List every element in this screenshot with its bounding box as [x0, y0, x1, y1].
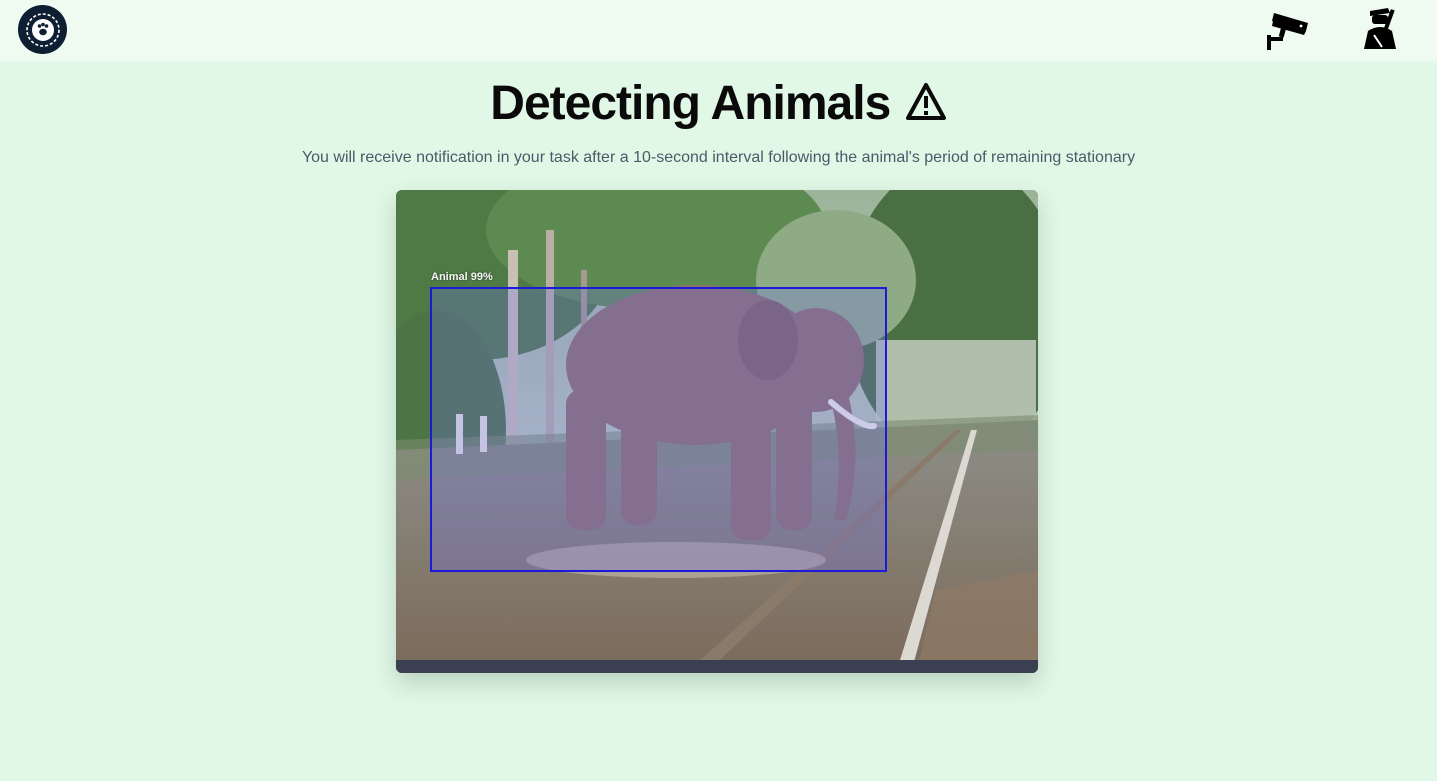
detection-label: Animal 99% [431, 271, 493, 283]
page-title: Detecting Animals [490, 77, 891, 130]
notification-subtitle: You will receive notification in your ta… [301, 149, 1136, 166]
camera-feed: Animal 99% [396, 190, 1038, 673]
paw-logo-icon[interactable] [18, 5, 67, 54]
cctv-camera-icon[interactable] [1264, 5, 1312, 53]
page-heading-row: Detecting Animals [0, 74, 1437, 134]
top-navigation-bar [0, 0, 1437, 61]
detection-bounding-box [430, 287, 887, 572]
forest-guard-icon[interactable] [1356, 5, 1404, 53]
warning-triangle-icon [905, 82, 947, 122]
